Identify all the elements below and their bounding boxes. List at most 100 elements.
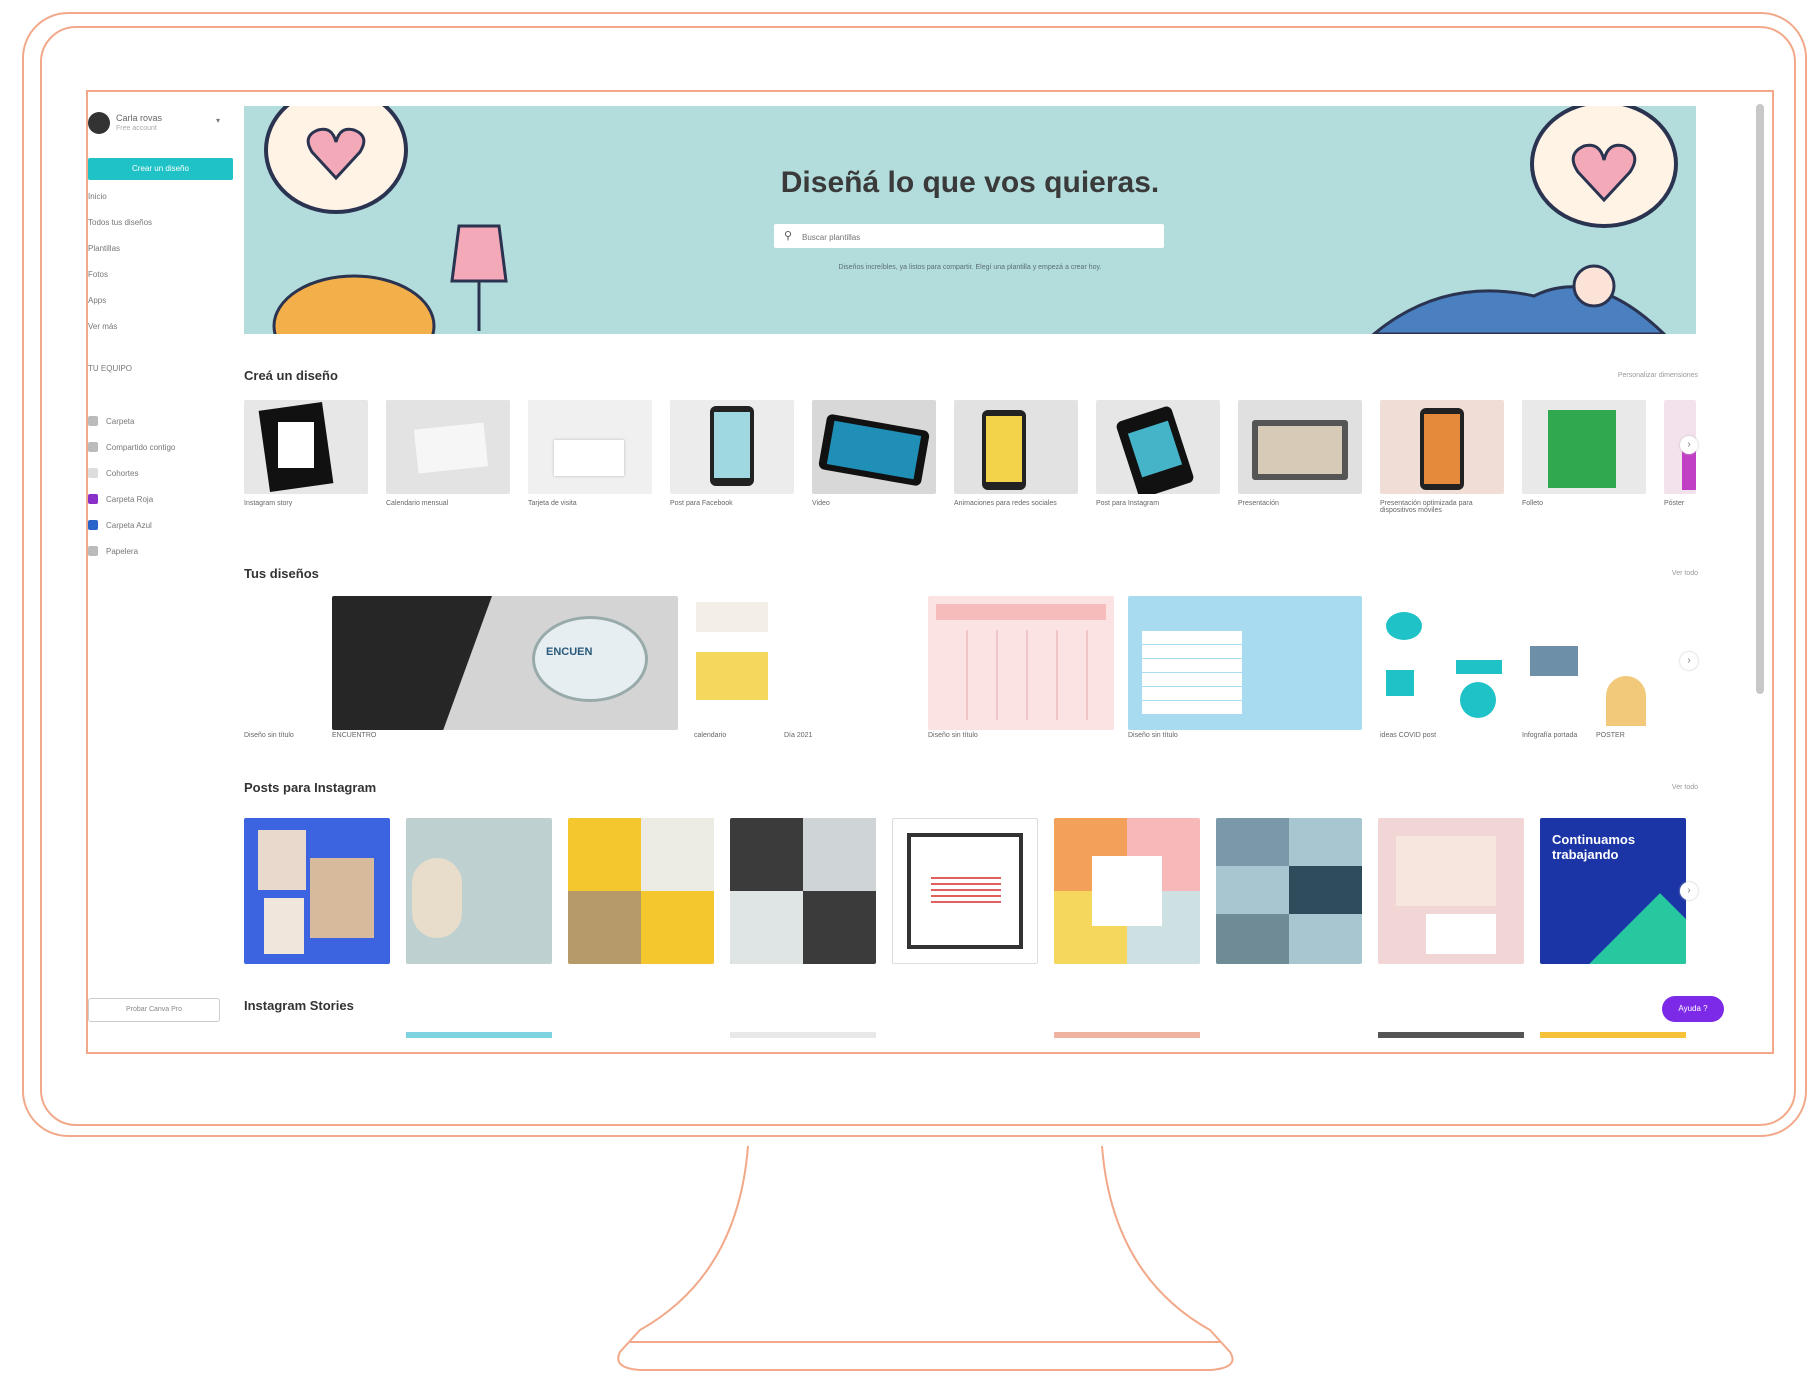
create-card[interactable] [1380,400,1504,494]
create-card-label: Post para Facebook [670,500,733,507]
sidebar-item-photos[interactable]: Fotos [88,270,108,279]
account-switcher[interactable]: Carla rovas Free account ▾ [88,110,236,140]
create-card[interactable] [528,400,652,494]
design-card-label: Diseño sin título [1128,732,1178,739]
sidebar-item-inicio[interactable]: Inicio [88,192,107,201]
create-card[interactable] [1096,400,1220,494]
share-icon [88,442,98,452]
design-card[interactable] [244,596,324,726]
sidebar-item-designs[interactable]: Todos tus diseños [88,218,152,227]
sidebar-item-cohorts[interactable]: Cohortes [106,469,138,478]
create-card[interactable] [244,400,368,494]
design-card[interactable] [784,596,884,730]
create-card-label: Folleto [1522,500,1544,507]
chevron-down-icon: ▾ [216,116,221,125]
create-card-label: Animaciones para redes sociales [954,500,1057,507]
story-card-peek[interactable] [1540,1032,1686,1038]
hero-title: Diseñá lo que vos quieras. [780,166,1160,199]
hero-search[interactable]: ⚲ [774,224,1164,248]
create-card-label: Póster [1664,500,1685,507]
help-button[interactable]: Ayuda ? [1662,996,1724,1022]
search-input[interactable] [800,228,1154,246]
story-card-peek[interactable] [1054,1032,1200,1038]
instagram-template-card[interactable] [730,818,876,964]
story-card-peek[interactable] [406,1032,552,1038]
instagram-template-card[interactable] [244,818,390,964]
instagram-template-card[interactable] [1378,818,1524,964]
design-card-label: POSTER [1596,732,1625,739]
group-icon [88,468,98,478]
sidebar-item-folder-red[interactable]: Carpeta Roja [106,495,153,504]
sidebar-item-folder-blue[interactable]: Carpeta Azul [106,521,152,530]
create-card[interactable] [812,400,936,494]
folder-blue-icon [88,520,98,530]
create-card-label: Calendario mensual [386,500,449,507]
design-card[interactable] [694,596,770,730]
scrollbar[interactable] [1756,104,1764,694]
story-card-peek[interactable] [730,1032,876,1038]
instagram-template-card[interactable]: Continuamos trabajando [1540,818,1686,964]
instagram-template-card[interactable] [892,818,1038,964]
design-card[interactable]: ENCUEN [332,596,678,730]
sidebar-item-more[interactable]: Ver más [88,322,117,331]
instagram-template-card[interactable] [1054,818,1200,964]
avatar [88,112,110,134]
nav-active-indicator [86,188,87,208]
sidebar-item-shared[interactable]: Compartido contigo [106,443,175,452]
search-icon: ⚲ [784,230,793,242]
designs-see-all-link[interactable]: Ver todo [1672,570,1698,577]
create-card-label: Presentación optimizada para dispositivo… [1380,500,1473,514]
create-card-label: Post para Instagram [1096,500,1160,507]
create-card[interactable] [954,400,1078,494]
design-card-label: ENCUENTRO [332,732,377,739]
design-card-label: Diseño sin título [244,732,294,739]
account-subtitle: Free account [116,125,157,132]
hero-illustration [264,106,1678,334]
section-title-instagram: Posts para Instagram [244,780,377,795]
main-content: Diseñá lo que vos quieras. ⚲ Diseños inc… [244,92,1714,1052]
chevron-right-icon[interactable]: › [1680,652,1698,670]
design-card[interactable] [928,596,1114,730]
upgrade-button[interactable]: Probar Canva Pro [88,998,220,1022]
section-title-create: Creá un diseño [244,368,338,383]
folder-red-icon [88,494,98,504]
story-card-peek[interactable] [1378,1032,1524,1038]
design-card-label: ideas COVID post [1380,732,1437,739]
hero-hint: Diseños increíbles, ya listos para compa… [838,264,1102,271]
sidebar-item-templates[interactable]: Plantillas [88,244,120,253]
design-card-label: Infografía portada [1522,732,1578,739]
create-card[interactable] [1522,400,1646,494]
design-card[interactable] [1522,596,1586,730]
create-card[interactable] [1238,400,1362,494]
hero-banner: Diseñá lo que vos quieras. ⚲ Diseños inc… [244,106,1696,334]
design-card[interactable] [1596,596,1674,730]
design-card-label: calendario [694,732,727,739]
create-card-label: Tarjeta de visita [528,500,577,507]
design-card[interactable] [1128,596,1362,730]
sidebar-item-team-folder[interactable]: Carpeta [106,417,134,426]
instagram-see-all-link[interactable]: Ver todo [1672,784,1698,791]
sidebar-teams-heading: TU EQUIPO [88,364,133,373]
folder-icon [88,416,98,426]
instagram-template-card[interactable] [406,818,552,964]
design-card-label: Día 2021 [784,732,813,739]
chevron-right-icon[interactable]: › [1680,882,1698,900]
create-design-button[interactable]: Crear un diseño [88,158,233,180]
instagram-template-card[interactable] [1216,818,1362,964]
create-card-label: Video [812,500,830,507]
create-card-label: Instagram story [244,500,293,507]
chevron-right-icon[interactable]: › [1680,436,1698,454]
sidebar-item-trash[interactable]: Papelera [106,547,138,556]
custom-dimensions-link[interactable]: Personalizar dimensiones [1618,372,1698,379]
template-headline: Continuamos trabajando [1552,832,1636,862]
instagram-template-card[interactable] [568,818,714,964]
design-card[interactable] [1380,596,1504,730]
account-name: Carla rovas [116,113,163,123]
create-card-label: Presentación [1238,500,1279,507]
section-title-stories: Instagram Stories [244,998,354,1013]
sidebar: Carla rovas Free account ▾ Crear un dise… [88,92,238,1052]
design-card-label: Diseño sin título [928,732,978,739]
create-card[interactable] [386,400,510,494]
sidebar-item-apps[interactable]: Apps [88,296,106,305]
create-card[interactable] [670,400,794,494]
